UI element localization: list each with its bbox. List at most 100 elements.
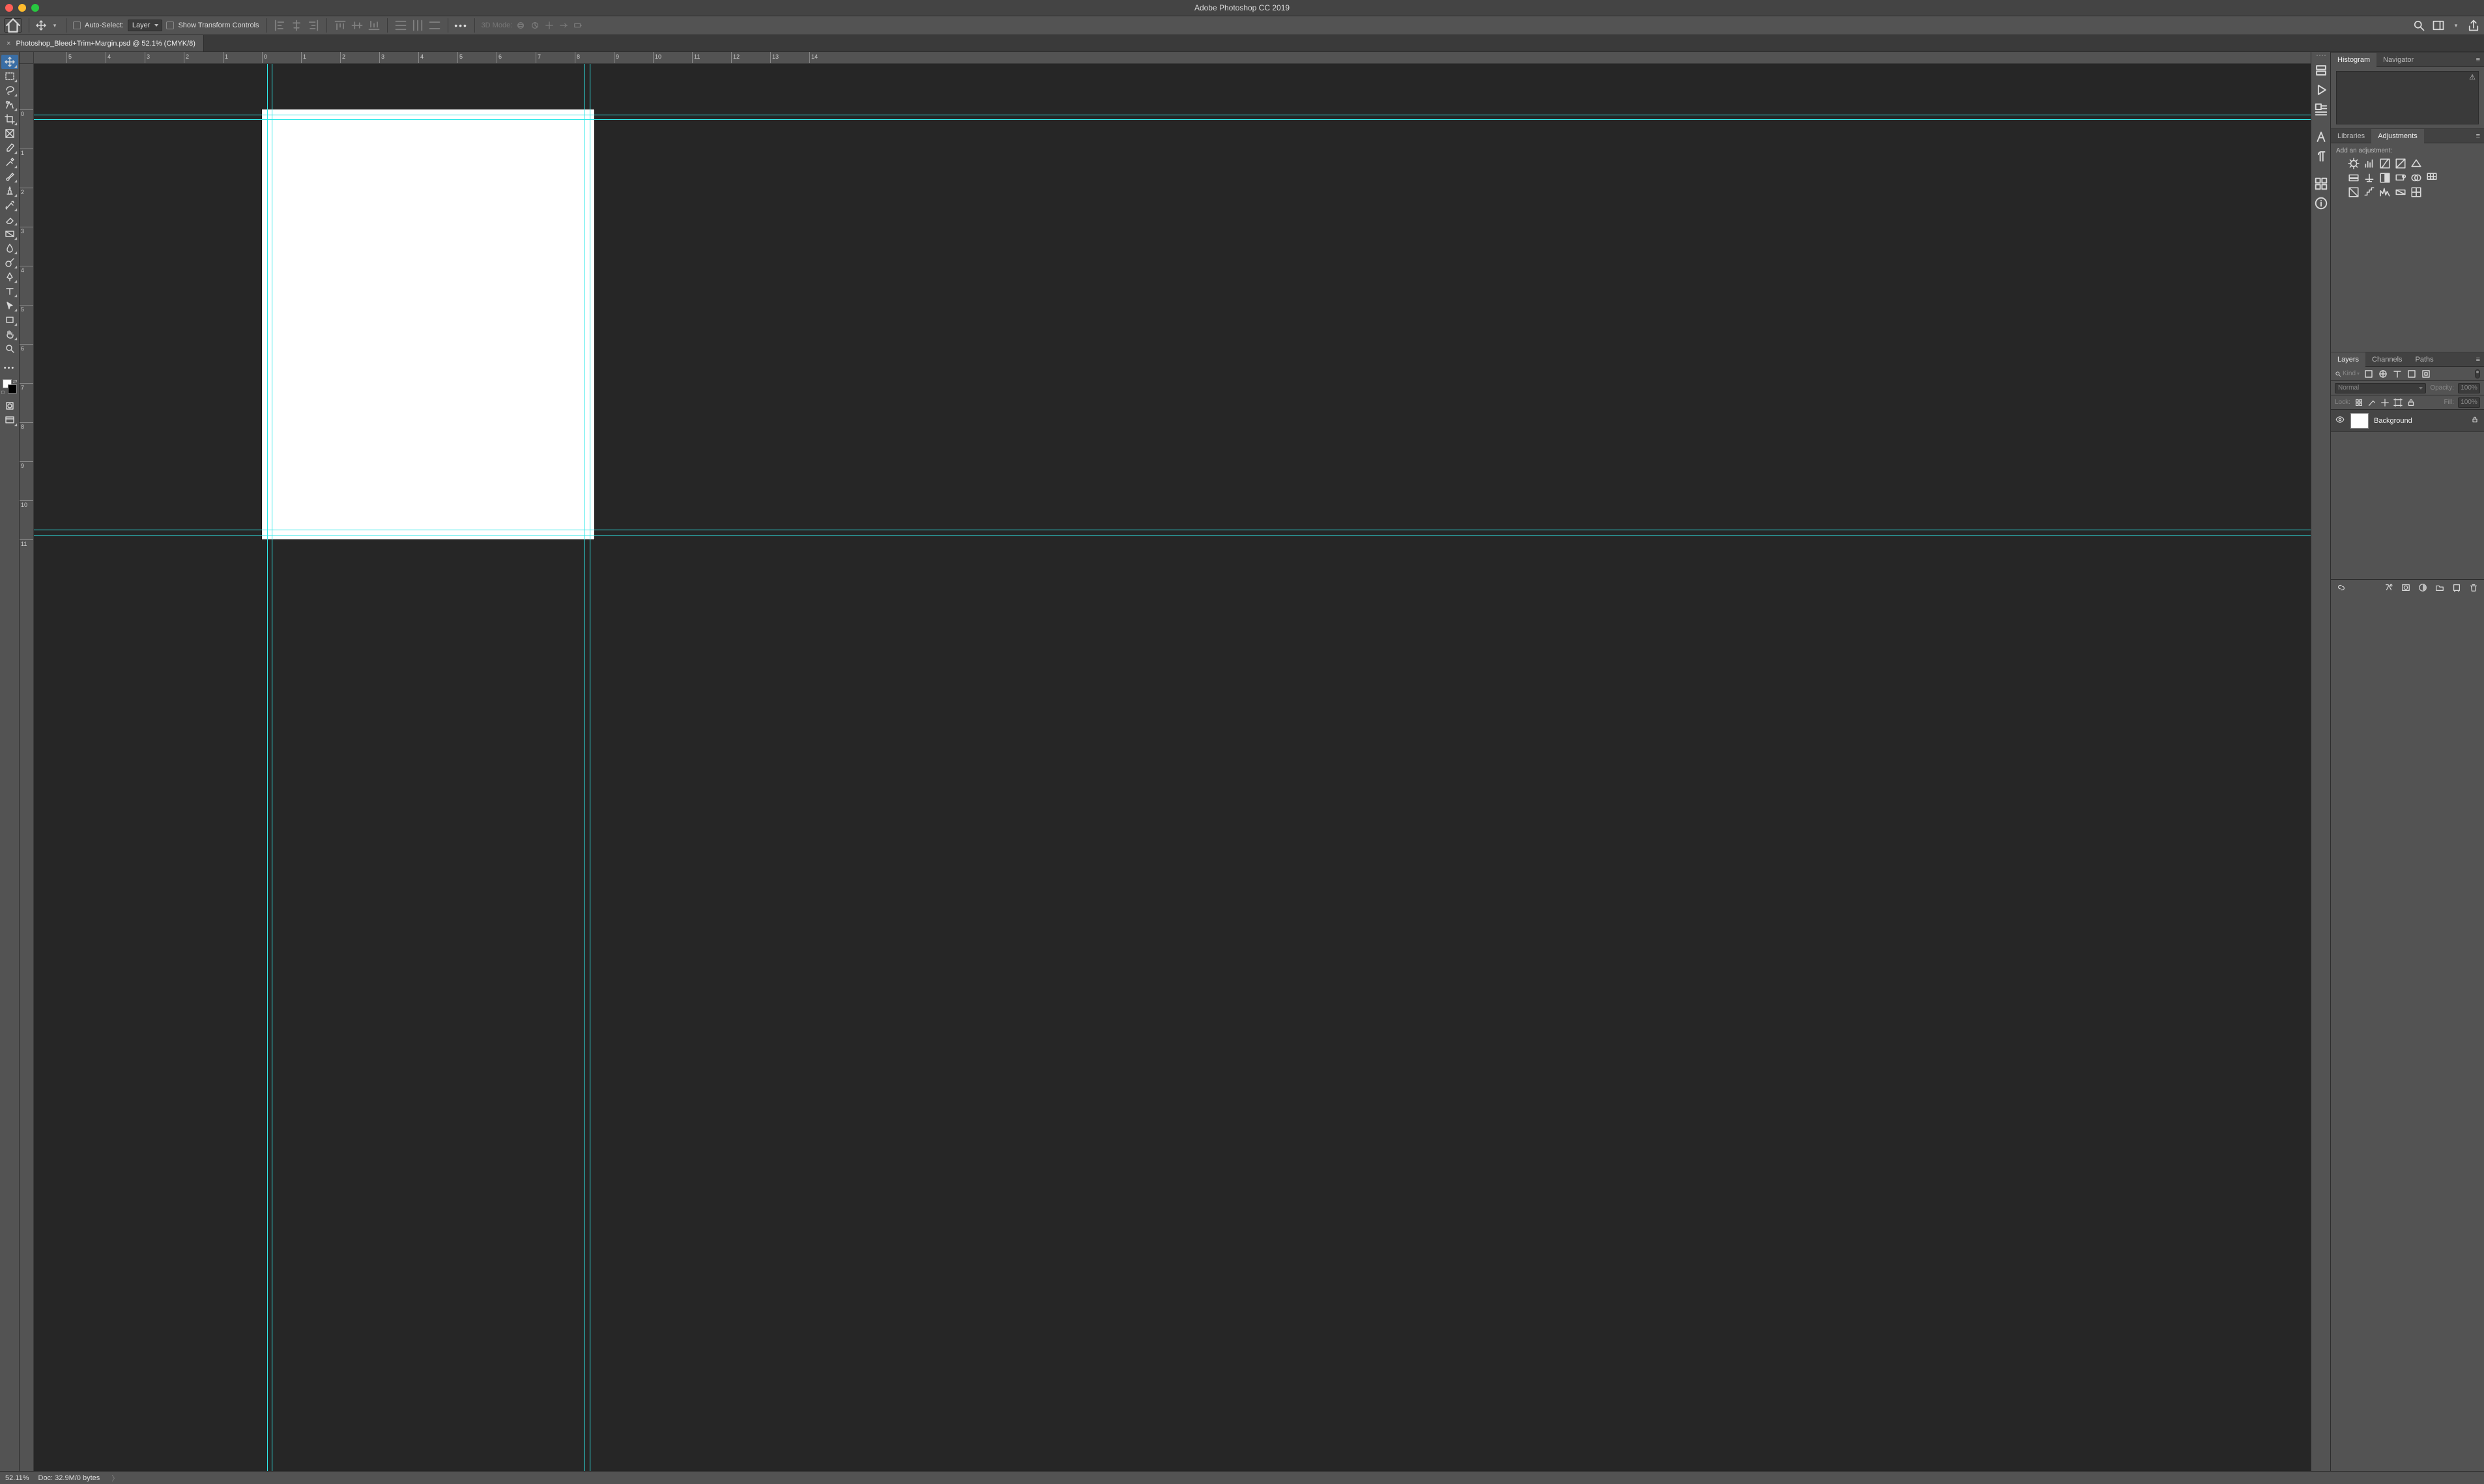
link-layers-icon[interactable] <box>2336 582 2347 593</box>
background-color[interactable] <box>8 384 17 393</box>
photo-filter-icon[interactable] <box>2395 173 2406 183</box>
new-group-icon[interactable] <box>2434 582 2445 593</box>
layer-thumbnail[interactable] <box>2350 413 2369 429</box>
distribute-top-icon[interactable] <box>394 19 407 32</box>
lock-image-icon[interactable] <box>2367 398 2376 407</box>
blend-mode-dropdown[interactable]: Normal <box>2335 383 2426 393</box>
doc-info[interactable]: Doc: 32.9M/0 bytes <box>38 1474 100 1482</box>
channel-mixer-icon[interactable] <box>2410 173 2422 183</box>
lock-position-icon[interactable] <box>2380 398 2390 407</box>
curves-icon[interactable] <box>2379 158 2391 169</box>
layer-name[interactable]: Background <box>2374 417 2466 425</box>
selective-color-icon[interactable] <box>2410 187 2422 197</box>
horizontal-type-tool[interactable] <box>1 284 18 298</box>
dodge-tool[interactable] <box>1 255 18 270</box>
move-tool-icon[interactable] <box>36 20 46 31</box>
tab-navigator[interactable]: Navigator <box>2376 53 2420 67</box>
paragraph-panel-icon[interactable] <box>2314 149 2328 164</box>
tab-layers[interactable]: Layers <box>2331 352 2365 367</box>
filter-adjustment-icon[interactable] <box>2378 369 2388 379</box>
spot-healing-brush-tool[interactable] <box>1 155 18 169</box>
tool-preset-dropdown[interactable]: ▾ <box>50 20 59 31</box>
panel-menu-button[interactable]: ≡ <box>2472 356 2484 364</box>
roll-3d-icon[interactable] <box>530 21 540 30</box>
workspace-switcher-button[interactable] <box>2432 19 2445 32</box>
filter-toggle[interactable] <box>2475 369 2480 378</box>
glyphs-panel-icon[interactable] <box>2314 176 2328 192</box>
actions-panel-icon[interactable] <box>2314 82 2328 98</box>
document-tab[interactable]: × Photoshop_Bleed+Trim+Margin.psd @ 52.1… <box>0 35 204 51</box>
invert-icon[interactable] <box>2348 187 2360 197</box>
opacity-field[interactable]: 100% <box>2458 383 2480 393</box>
eyedropper-tool[interactable] <box>1 141 18 155</box>
lock-artboard-icon[interactable] <box>2393 398 2403 407</box>
gradient-map-icon[interactable] <box>2395 187 2406 197</box>
panel-menu-button[interactable]: ≡ <box>2472 132 2484 140</box>
align-top-edges-icon[interactable] <box>334 19 347 32</box>
cache-warning-icon[interactable]: ⚠ <box>2469 73 2476 81</box>
levels-icon[interactable] <box>2363 158 2375 169</box>
blur-tool[interactable] <box>1 241 18 255</box>
screen-mode-button[interactable] <box>1 413 18 427</box>
close-window-button[interactable] <box>5 4 13 12</box>
tab-channels[interactable]: Channels <box>2365 352 2408 367</box>
close-tab-icon[interactable]: × <box>7 40 10 48</box>
auto-select-target-dropdown[interactable]: Layer <box>128 20 163 31</box>
align-left-edges-icon[interactable] <box>273 19 286 32</box>
color-lookup-icon[interactable] <box>2426 173 2438 183</box>
clone-stamp-tool[interactable] <box>1 184 18 198</box>
swap-colors-icon[interactable]: ⇄ <box>13 378 18 384</box>
move-tool[interactable] <box>1 55 18 69</box>
layer-style-icon[interactable] <box>2384 582 2394 593</box>
color-balance-icon[interactable] <box>2363 173 2375 183</box>
panel-menu-button[interactable]: ≡ <box>2472 56 2484 64</box>
pen-tool[interactable] <box>1 270 18 284</box>
filter-kind-dropdown[interactable]: Kind ▾ <box>2335 370 2360 377</box>
layer-lock-icon[interactable] <box>2471 416 2480 425</box>
properties-panel-icon[interactable] <box>2314 102 2328 117</box>
lock-transparency-icon[interactable] <box>2354 398 2363 407</box>
vibrance-icon[interactable] <box>2410 158 2422 169</box>
info-panel-icon[interactable] <box>2314 195 2328 211</box>
slide-3d-icon[interactable] <box>559 21 568 30</box>
share-button[interactable] <box>2467 19 2480 32</box>
layer-item-background[interactable]: Background <box>2331 410 2484 432</box>
ruler-origin[interactable] <box>20 52 34 64</box>
align-horizontal-centers-icon[interactable] <box>290 19 303 32</box>
filter-shape-icon[interactable] <box>2406 369 2417 379</box>
distribute-bottom-icon[interactable] <box>428 19 441 32</box>
more-align-button[interactable]: ••• <box>455 19 468 32</box>
vertical-ruler[interactable]: 01234567891011 <box>20 64 34 1471</box>
align-right-edges-icon[interactable] <box>307 19 320 32</box>
layer-mask-icon[interactable] <box>2401 582 2411 593</box>
character-panel-icon[interactable] <box>2314 129 2328 145</box>
path-selection-tool[interactable] <box>1 298 18 313</box>
align-bottom-edges-icon[interactable] <box>368 19 381 32</box>
lock-all-icon[interactable] <box>2406 398 2416 407</box>
crop-tool[interactable] <box>1 112 18 126</box>
fill-field[interactable]: 100% <box>2458 397 2480 408</box>
workspace-dropdown[interactable]: ▾ <box>2451 20 2461 31</box>
new-layer-icon[interactable] <box>2451 582 2462 593</box>
frame-tool[interactable] <box>1 126 18 141</box>
history-brush-tool[interactable] <box>1 198 18 212</box>
orbit-3d-icon[interactable] <box>516 21 525 30</box>
pan-3d-icon[interactable] <box>545 21 554 30</box>
edit-toolbar-button[interactable]: ••• <box>1 361 18 375</box>
quick-selection-tool[interactable] <box>1 98 18 112</box>
color-panel-icon[interactable] <box>2314 63 2328 78</box>
posterize-icon[interactable] <box>2363 187 2375 197</box>
status-info-dropdown[interactable]: 〉 <box>111 1473 119 1483</box>
quick-mask-mode-button[interactable] <box>1 399 18 413</box>
default-colors-icon[interactable]: ◻ <box>1 390 5 395</box>
filter-pixel-icon[interactable] <box>2363 369 2374 379</box>
auto-select-checkbox[interactable] <box>73 21 81 29</box>
hue-saturation-icon[interactable] <box>2348 173 2360 183</box>
threshold-icon[interactable] <box>2379 187 2391 197</box>
black-white-icon[interactable] <box>2379 173 2391 183</box>
brightness-contrast-icon[interactable] <box>2348 158 2360 169</box>
zoom-window-button[interactable] <box>31 4 39 12</box>
tab-libraries[interactable]: Libraries <box>2331 129 2371 143</box>
document-viewport[interactable] <box>34 64 2311 1471</box>
hand-tool[interactable] <box>1 327 18 341</box>
